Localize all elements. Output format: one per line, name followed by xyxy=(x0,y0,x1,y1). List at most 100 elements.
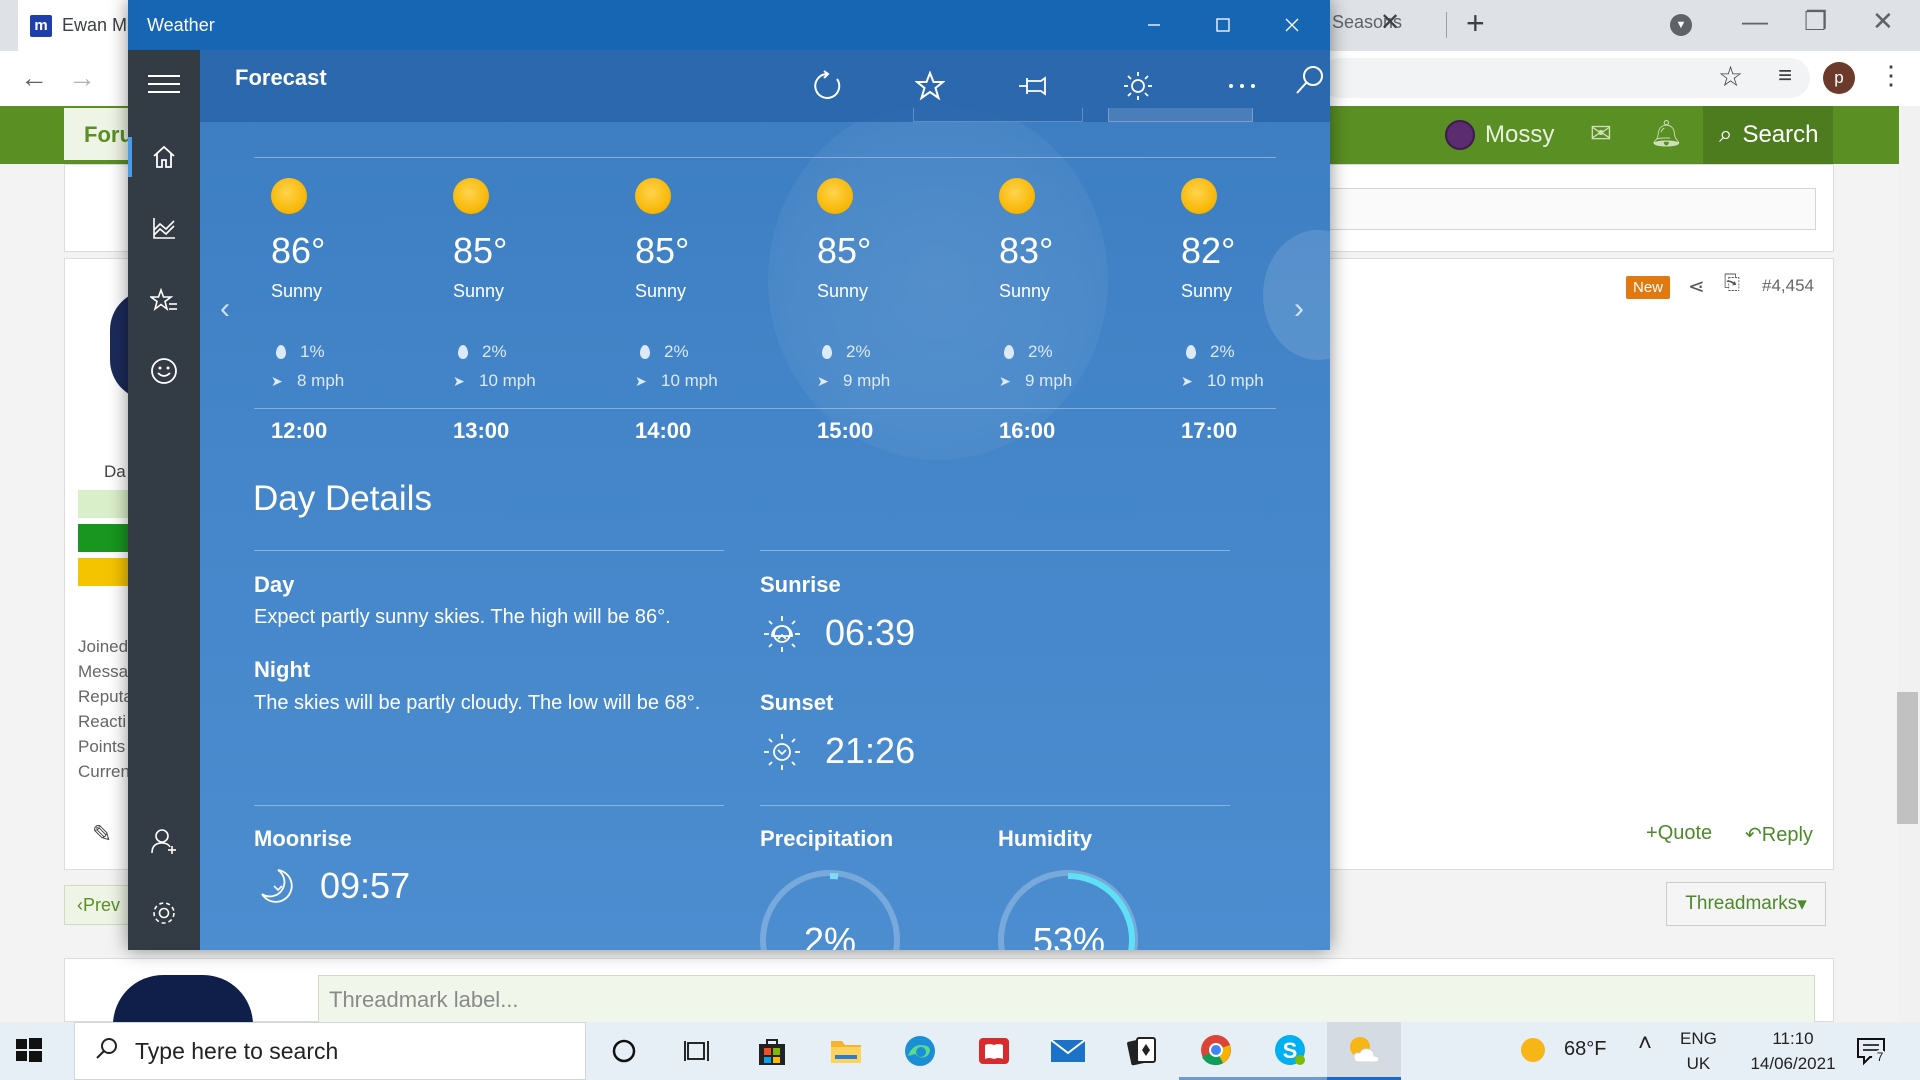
wind-icon: ➤ xyxy=(1181,372,1193,389)
wind-icon: ➤ xyxy=(999,372,1011,389)
language-indicator[interactable]: ENG UK xyxy=(1680,1026,1717,1076)
brightness-icon[interactable] xyxy=(1118,66,1158,106)
refresh-icon[interactable] xyxy=(808,66,848,106)
minimize-icon[interactable] xyxy=(1119,0,1188,50)
wind-icon: ➤ xyxy=(453,372,465,389)
edit-icon[interactable]: ✎ xyxy=(92,820,112,849)
inbox-icon[interactable]: ✉ xyxy=(1590,118,1612,149)
hourly-condition: Sunny xyxy=(271,281,323,301)
pin-icon[interactable] xyxy=(1014,66,1054,106)
star-icon[interactable] xyxy=(910,66,950,106)
hourly-temp: 83° xyxy=(999,230,1054,271)
forum-user-menu[interactable]: Mossy xyxy=(1445,106,1554,164)
weather-app-taskbar-icon[interactable] xyxy=(1327,1022,1401,1080)
hourly-precip: 1% xyxy=(271,342,325,362)
scroll-left-icon[interactable]: ‹ xyxy=(220,292,230,326)
browser-menu-icon[interactable]: ⋮ xyxy=(1878,60,1904,91)
task-view-icon[interactable] xyxy=(661,1022,735,1080)
new-post-badge: New xyxy=(1626,276,1671,299)
prev-page-button[interactable]: ‹Prev xyxy=(64,885,134,925)
taskbar-search-box[interactable]: Type here to search xyxy=(74,1022,586,1080)
solitaire-icon[interactable] xyxy=(1105,1022,1179,1080)
precipitation-value: 2% xyxy=(804,920,857,950)
poster-name[interactable]: Da xyxy=(104,462,126,482)
tab-search-icon[interactable]: ▼ xyxy=(1670,14,1692,36)
reply-button[interactable]: ↶Reply xyxy=(1745,822,1813,847)
action-center-icon[interactable]: 7 xyxy=(1856,1036,1888,1071)
clock-date: 14/06/2021 xyxy=(1750,1054,1836,1073)
bookmark-icon[interactable]: ⎘ xyxy=(1724,272,1740,295)
hourly-precip-value: 2% xyxy=(846,342,871,361)
tab-close-icon[interactable]: ✕ xyxy=(1380,8,1400,37)
hourly-time: 16:00 xyxy=(999,418,1056,443)
browser-tab-active[interactable]: m Ewan M xyxy=(18,0,133,51)
wind-icon: ➤ xyxy=(271,372,283,389)
close-icon[interactable] xyxy=(1257,0,1326,50)
profile-avatar[interactable]: p xyxy=(1823,62,1855,94)
threadmark-label-input[interactable]: Threadmark label... xyxy=(318,975,1815,1025)
hourly-precip: 2% xyxy=(1181,342,1235,362)
details-divider-left-2 xyxy=(254,805,724,806)
skype-icon[interactable]: S xyxy=(1253,1022,1327,1080)
quote-label: Quote xyxy=(1657,822,1713,844)
more-icon[interactable] xyxy=(1222,66,1262,106)
show-hidden-icons-icon[interactable]: ˄ xyxy=(1638,1030,1652,1058)
page-scrollbar[interactable] xyxy=(1899,106,1920,1022)
hourly-wind-value: 8 mph xyxy=(297,371,345,390)
settings-icon[interactable] xyxy=(128,883,200,943)
windows-start-icon[interactable] xyxy=(14,1035,44,1065)
threadmarks-button[interactable]: Threadmarks ▾ xyxy=(1666,882,1826,926)
forum-input-field[interactable] xyxy=(1320,188,1816,230)
taskbar-weather-sun-icon[interactable] xyxy=(1521,1038,1545,1062)
browser-minimize-icon[interactable]: — xyxy=(1742,6,1768,37)
reader-icon[interactable] xyxy=(957,1022,1031,1080)
hourly-temp: 82° xyxy=(1181,230,1236,271)
raindrop-icon xyxy=(640,345,650,359)
cortana-icon[interactable] xyxy=(587,1022,661,1080)
post-number-link[interactable]: #4,454 xyxy=(1762,276,1814,296)
hourly-condition: Sunny xyxy=(817,281,869,301)
forum-search-button[interactable]: ⌕ Search xyxy=(1703,106,1833,164)
notification-count: 7 xyxy=(1872,1050,1888,1066)
mail-icon[interactable] xyxy=(1031,1022,1105,1080)
hourly-wind: ➤ 9 mph xyxy=(817,371,890,391)
share-icon[interactable]: ⋖ xyxy=(1688,274,1705,299)
favorites-icon[interactable] xyxy=(128,271,200,331)
sunrise-time: 06:39 xyxy=(825,612,916,653)
home-icon[interactable] xyxy=(128,127,200,187)
edge-icon[interactable] xyxy=(883,1022,957,1080)
wind-icon: ➤ xyxy=(817,372,829,389)
new-tab-button[interactable]: + xyxy=(1466,5,1485,42)
header-tab-stub-2[interactable] xyxy=(1108,108,1253,122)
quote-button[interactable]: +Quote xyxy=(1646,822,1712,845)
hourly-precip-value: 1% xyxy=(300,342,325,361)
menu-icon[interactable] xyxy=(128,54,200,114)
taskbar-clock[interactable]: 11:10 14/06/2021 xyxy=(1743,1026,1843,1076)
add-user-icon[interactable] xyxy=(128,811,200,871)
stat-currency: Curren xyxy=(78,762,130,781)
smiley-icon[interactable] xyxy=(128,341,200,401)
maximize-icon[interactable] xyxy=(1188,0,1257,50)
raindrop-icon xyxy=(822,345,832,359)
chart-icon[interactable] xyxy=(128,198,200,258)
back-icon[interactable]: ← xyxy=(20,62,48,94)
weather-window-title: Weather xyxy=(147,14,215,35)
header-tab-stub-1[interactable] xyxy=(913,108,1083,122)
hourly-precip-value: 2% xyxy=(1028,342,1053,361)
store-icon[interactable] xyxy=(735,1022,809,1080)
details-divider-left-1 xyxy=(254,550,724,551)
browser-restore-icon[interactable]: ❐ xyxy=(1804,6,1827,37)
alerts-bell-icon[interactable]: 🔔︎ xyxy=(1650,118,1683,149)
taskbar-weather-temp[interactable]: 68°F xyxy=(1564,1038,1606,1061)
browser-close-icon[interactable]: ✕ xyxy=(1872,6,1894,37)
forward-icon[interactable]: → xyxy=(68,62,96,94)
bookmark-star-icon[interactable]: ☆ xyxy=(1718,60,1743,93)
media-control-icon[interactable]: ≡ xyxy=(1778,62,1792,90)
file-explorer-icon[interactable] xyxy=(809,1022,883,1080)
page-scrollbar-thumb[interactable] xyxy=(1897,692,1918,824)
chrome-icon[interactable] xyxy=(1179,1022,1253,1080)
scroll-right-icon[interactable]: › xyxy=(1294,292,1304,326)
hourly-condition: Sunny xyxy=(453,281,505,301)
search-icon[interactable] xyxy=(1290,60,1330,100)
clock-time: 11:10 xyxy=(1772,1029,1814,1048)
